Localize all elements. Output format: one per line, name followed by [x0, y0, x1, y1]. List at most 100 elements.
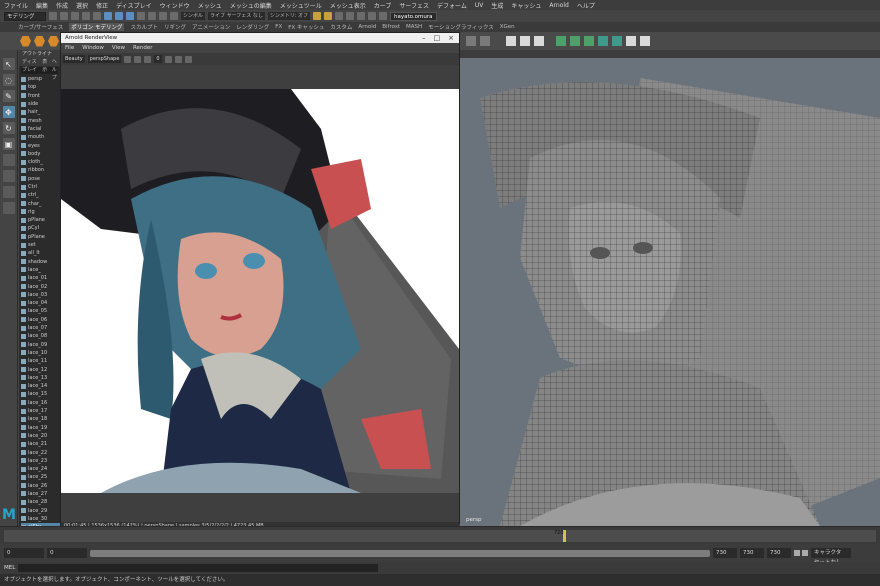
- outliner-item[interactable]: set: [21, 241, 60, 249]
- menu-item[interactable]: 生成: [491, 1, 503, 10]
- select-hierarchy-icon[interactable]: [104, 12, 112, 20]
- outliner-item[interactable]: hair_: [21, 108, 60, 116]
- new-scene-icon[interactable]: [49, 12, 57, 20]
- outliner-item[interactable]: lace_19: [21, 423, 60, 431]
- outliner-item[interactable]: lace_20: [21, 432, 60, 440]
- outliner-item[interactable]: lace_11: [21, 357, 60, 365]
- end-time-field[interactable]: 730: [740, 548, 764, 558]
- shelf-tab[interactable]: カスタム: [330, 23, 352, 31]
- render-icon[interactable]: [313, 12, 322, 20]
- render-stop-icon[interactable]: [174, 55, 182, 63]
- snap-grid-icon[interactable]: [137, 12, 145, 20]
- render-view-menu-item[interactable]: View: [112, 45, 125, 51]
- user-account-field[interactable]: hayato.omura: [390, 11, 437, 21]
- rgb-channel-icon[interactable]: [124, 55, 132, 63]
- outliner-item[interactable]: lace_24: [21, 465, 60, 473]
- paint-select-icon[interactable]: ✎: [2, 90, 15, 102]
- outliner-item[interactable]: lace_07: [21, 324, 60, 332]
- four-view-icon[interactable]: [2, 170, 15, 182]
- outliner-item[interactable]: lace_10: [21, 349, 60, 357]
- start-time-field[interactable]: 0: [4, 548, 44, 558]
- outliner-item[interactable]: ribbon: [21, 166, 60, 174]
- close-icon[interactable]: ×: [448, 34, 454, 42]
- undo-icon[interactable]: [82, 12, 90, 20]
- snap-view-icon[interactable]: [170, 12, 178, 20]
- command-language-label[interactable]: MEL: [4, 565, 15, 571]
- shelf-tab[interactable]: FX キャッシュ: [288, 23, 324, 31]
- outliner-item[interactable]: pPlane: [21, 216, 60, 224]
- outliner-item[interactable]: lace_: [21, 266, 60, 274]
- render-setup-icon[interactable]: [357, 12, 366, 20]
- command-input[interactable]: [18, 564, 379, 572]
- shelf-tab[interactable]: MASH: [406, 24, 422, 30]
- outliner-item[interactable]: lace_25: [21, 473, 60, 481]
- poly-cube-icon[interactable]: [34, 35, 45, 47]
- aov-dropdown[interactable]: Beauty: [63, 55, 85, 63]
- menu-item[interactable]: デフォーム: [437, 1, 467, 10]
- character-set-dropdown[interactable]: キャラクタ セットなし: [811, 548, 851, 566]
- menu-item[interactable]: カーブ: [374, 1, 392, 10]
- outliner-item[interactable]: lace_13: [21, 374, 60, 382]
- menu-item[interactable]: メッシュ: [198, 1, 222, 10]
- select-component-icon[interactable]: [126, 12, 134, 20]
- outliner-item[interactable]: lace_17: [21, 407, 60, 415]
- shelf-tab[interactable]: XGen: [500, 24, 515, 30]
- outliner-item[interactable]: lace_22: [21, 448, 60, 456]
- outliner-menu-item[interactable]: ディスプレイ: [22, 58, 38, 73]
- save-scene-icon[interactable]: [71, 12, 79, 20]
- symmetry-field[interactable]: シンボル: [181, 12, 206, 20]
- ipr-render-icon[interactable]: [324, 12, 333, 20]
- shelf-tab[interactable]: FX: [275, 24, 282, 30]
- menu-set-dropdown[interactable]: モデリング: [4, 11, 46, 21]
- outliner-item[interactable]: lace_30: [21, 515, 60, 523]
- outliner-layout-icon[interactable]: [2, 202, 15, 214]
- camera-dropdown[interactable]: perspShape: [87, 55, 122, 63]
- outliner-item[interactable]: mesh: [21, 116, 60, 124]
- range-end-field[interactable]: 730: [713, 548, 737, 558]
- outliner-item[interactable]: rig: [21, 208, 60, 216]
- shelf-tab[interactable]: レンダリング: [236, 23, 269, 31]
- outliner-item[interactable]: pPlane: [21, 233, 60, 241]
- outliner-item[interactable]: all_lt: [21, 249, 60, 257]
- outliner-item[interactable]: side: [21, 100, 60, 108]
- range-slider-bar[interactable]: [90, 549, 710, 557]
- outliner-item[interactable]: lace_09: [21, 341, 60, 349]
- poly-sphere-icon[interactable]: [20, 35, 31, 47]
- outliner-item[interactable]: lace_06: [21, 316, 60, 324]
- outliner-item[interactable]: lace_02: [21, 282, 60, 290]
- menu-item[interactable]: サーフェス: [399, 1, 429, 10]
- menu-item[interactable]: メッシュの編集: [230, 1, 272, 10]
- menu-item[interactable]: 編集: [36, 1, 48, 10]
- poly-cylinder-icon[interactable]: [48, 35, 59, 47]
- menu-item[interactable]: ヘルプ: [577, 1, 595, 10]
- outliner-item[interactable]: lace_03: [21, 291, 60, 299]
- outliner-item[interactable]: lace_12: [21, 365, 60, 373]
- outliner-item[interactable]: char_: [21, 199, 60, 207]
- outliner-item[interactable]: pose: [21, 175, 60, 183]
- render-settings-icon[interactable]: [335, 12, 344, 20]
- outliner-menu-item[interactable]: 表示: [42, 58, 48, 73]
- snapshot-icon[interactable]: [184, 55, 192, 63]
- menu-item[interactable]: ディスプレイ: [116, 1, 152, 10]
- light-editor-icon[interactable]: [368, 12, 377, 20]
- outliner-item[interactable]: mouth: [21, 133, 60, 141]
- outliner-item[interactable]: body: [21, 150, 60, 158]
- perspective-viewport[interactable]: persp: [460, 58, 880, 526]
- outliner-item[interactable]: top: [21, 83, 60, 91]
- two-view-icon[interactable]: [2, 186, 15, 198]
- scale-tool-icon[interactable]: ▣: [2, 138, 15, 150]
- single-perspective-icon[interactable]: [2, 154, 15, 166]
- menu-item[interactable]: キャッシュ: [511, 1, 541, 10]
- outliner-item[interactable]: eyes: [21, 141, 60, 149]
- move-tool-icon[interactable]: ✥: [2, 106, 15, 118]
- outliner-item[interactable]: lace_01: [21, 274, 60, 282]
- outliner-item[interactable]: shadow: [21, 258, 60, 266]
- shelf-tab[interactable]: リギング: [164, 23, 186, 31]
- menu-item[interactable]: 作成: [56, 1, 68, 10]
- sign-in-icon[interactable]: [379, 12, 388, 20]
- outliner-item[interactable]: facial: [21, 125, 60, 133]
- outliner-item[interactable]: Ctrl: [21, 183, 60, 191]
- snap-point-icon[interactable]: [159, 12, 167, 20]
- outliner-item[interactable]: lace_08: [21, 332, 60, 340]
- select-tool-icon[interactable]: ↖: [2, 58, 15, 70]
